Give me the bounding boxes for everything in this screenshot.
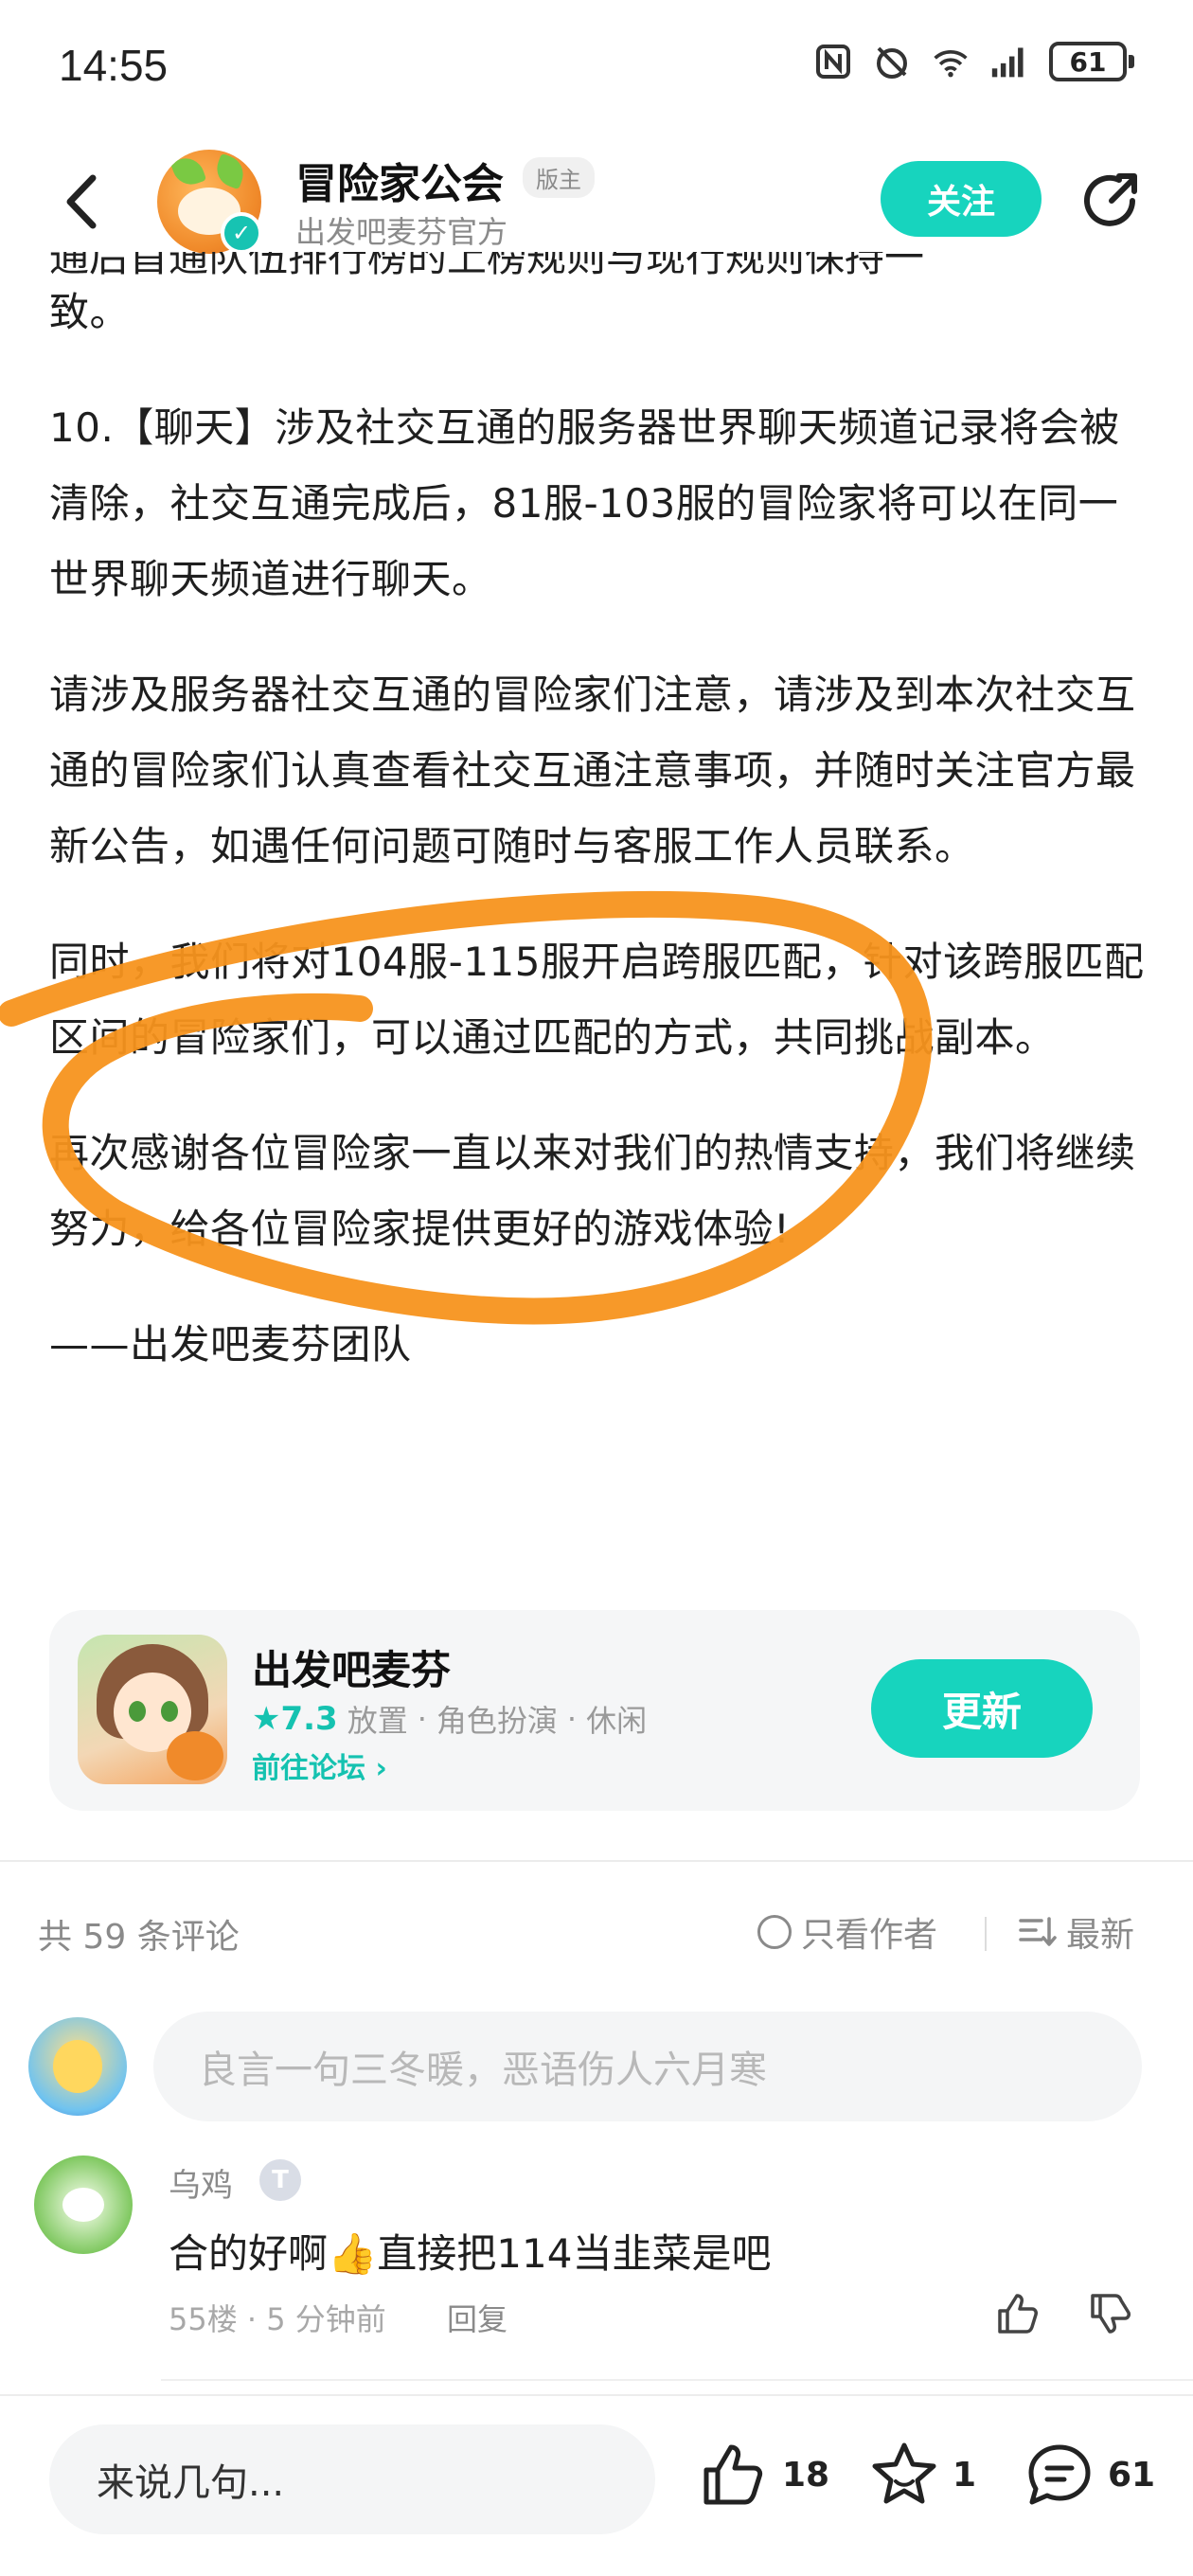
like-icon <box>998 2294 1038 2334</box>
status-time: 14:55 <box>59 41 169 90</box>
game-rating: ★7.3 <box>252 1700 338 1738</box>
wifi-icon <box>932 43 970 80</box>
article-paragraph: 10.【聊天】涉及社交互通的服务器世界聊天频道记录将会被清除，社交互通完成后，8… <box>49 404 1120 602</box>
sort-label: 最新 <box>1066 1916 1135 1955</box>
sort-button[interactable]: 最新 <box>1019 1907 1134 1957</box>
favorite-count: 1 <box>953 2455 977 2495</box>
like-button[interactable] <box>994 2290 1042 2337</box>
tag-separator: · <box>566 1701 578 1737</box>
only-author-toggle[interactable]: 只看作者 <box>757 1907 937 1957</box>
game-name[interactable]: 出发吧麦芬 <box>252 1638 451 1696</box>
dnd-icon <box>873 43 911 80</box>
dislike-icon <box>1091 2294 1131 2334</box>
nfc-icon <box>814 43 852 80</box>
group-title[interactable]: 冒险家公会 <box>295 150 504 210</box>
article-paragraph: 请涉及服务器社交互通的冒险家们注意，请涉及到本次社交互通的冒险家们认真查看社交互… <box>49 671 1136 869</box>
battery-icon: 61 <box>1049 42 1134 81</box>
game-meta: ★7.3 放置 · 角色扮演 · 休闲 <box>252 1697 647 1741</box>
favorite-button[interactable]: 1 <box>869 2440 976 2510</box>
dislike-button[interactable] <box>1087 2290 1134 2337</box>
level-badge: T <box>259 2159 301 2201</box>
thumbs-up-icon <box>703 2444 763 2505</box>
reply-button[interactable]: 回复 <box>447 2296 507 2339</box>
comment-text[interactable]: 合的好啊👍直接把114当韭菜是吧 <box>169 2222 771 2280</box>
like-count-button[interactable]: 18 <box>699 2440 829 2510</box>
comment-avatar[interactable] <box>34 2156 133 2254</box>
sort-icon <box>1019 1917 1057 1946</box>
only-author-label: 只看作者 <box>801 1916 938 1955</box>
group-subtitle: 出发吧麦芬官方 <box>295 214 508 250</box>
bottom-comment-input[interactable]: 来说几句... <box>49 2424 655 2534</box>
signal-icon <box>990 43 1028 80</box>
share-button[interactable] <box>1077 169 1144 235</box>
comment-icon <box>1028 2444 1091 2505</box>
moderator-badge: 版主 <box>523 157 595 198</box>
section-divider <box>0 1860 1193 1862</box>
article-signature: ——出发吧麦芬团队 <box>49 1321 412 1368</box>
radio-icon <box>757 1915 792 1949</box>
status-bar: 14:55 61 <box>0 0 1193 133</box>
game-tag: 角色扮演 <box>436 1703 558 1739</box>
comment-input[interactable]: 良言一句三冬暖，恶语伤人六月寒 <box>153 2012 1142 2121</box>
my-avatar[interactable] <box>28 2017 127 2116</box>
game-icon[interactable] <box>78 1635 227 1784</box>
game-tag: 放置 <box>347 1703 408 1739</box>
game-card[interactable]: 出发吧麦芬 ★7.3 放置 · 角色扮演 · 休闲 前往论坛 › 更新 <box>49 1610 1140 1811</box>
follow-button[interactable]: 关注 <box>881 161 1042 237</box>
comment-count: 61 <box>1108 2455 1156 2495</box>
like-count: 18 <box>782 2455 830 2495</box>
article-paragraph: 同时，我们将对104服-115服开启跨服匹配，针对该跨服匹配区间的冒险家们，可以… <box>49 939 1145 1061</box>
tag-separator: · <box>417 1701 427 1737</box>
forum-link[interactable]: 前往论坛 › <box>252 1744 387 1786</box>
comment-count-button[interactable]: 61 <box>1024 2440 1155 2510</box>
bottom-bar: 来说几句... 18 1 61 <box>0 2394 1193 2576</box>
share-icon <box>1084 173 1137 226</box>
comment-divider <box>161 2379 1193 2381</box>
star-icon <box>872 2442 936 2504</box>
comment-author[interactable]: 乌鸡 <box>169 2159 233 2206</box>
back-button[interactable] <box>55 169 112 235</box>
status-icons: 61 <box>814 42 1134 81</box>
comments-count: 共 59 条评论 <box>38 1918 240 1957</box>
verified-icon: ✓ <box>221 212 262 254</box>
game-tag: 休闲 <box>586 1703 648 1739</box>
comment-meta: 55楼 · 5 分钟前 <box>169 2301 386 2337</box>
article-body: 通后首通队伍排行榜的上榜规则与现行规则保持一 致。 10.【聊天】涉及社交互通的… <box>49 252 1148 1422</box>
article-paragraph: 再次感谢各位冒险家一直以来对我们的热情支持，我们将继续努力，给各位冒险家提供更好… <box>49 1130 1136 1252</box>
update-button[interactable]: 更新 <box>871 1659 1093 1758</box>
sort-divider <box>985 1917 987 1951</box>
back-icon <box>66 174 97 229</box>
